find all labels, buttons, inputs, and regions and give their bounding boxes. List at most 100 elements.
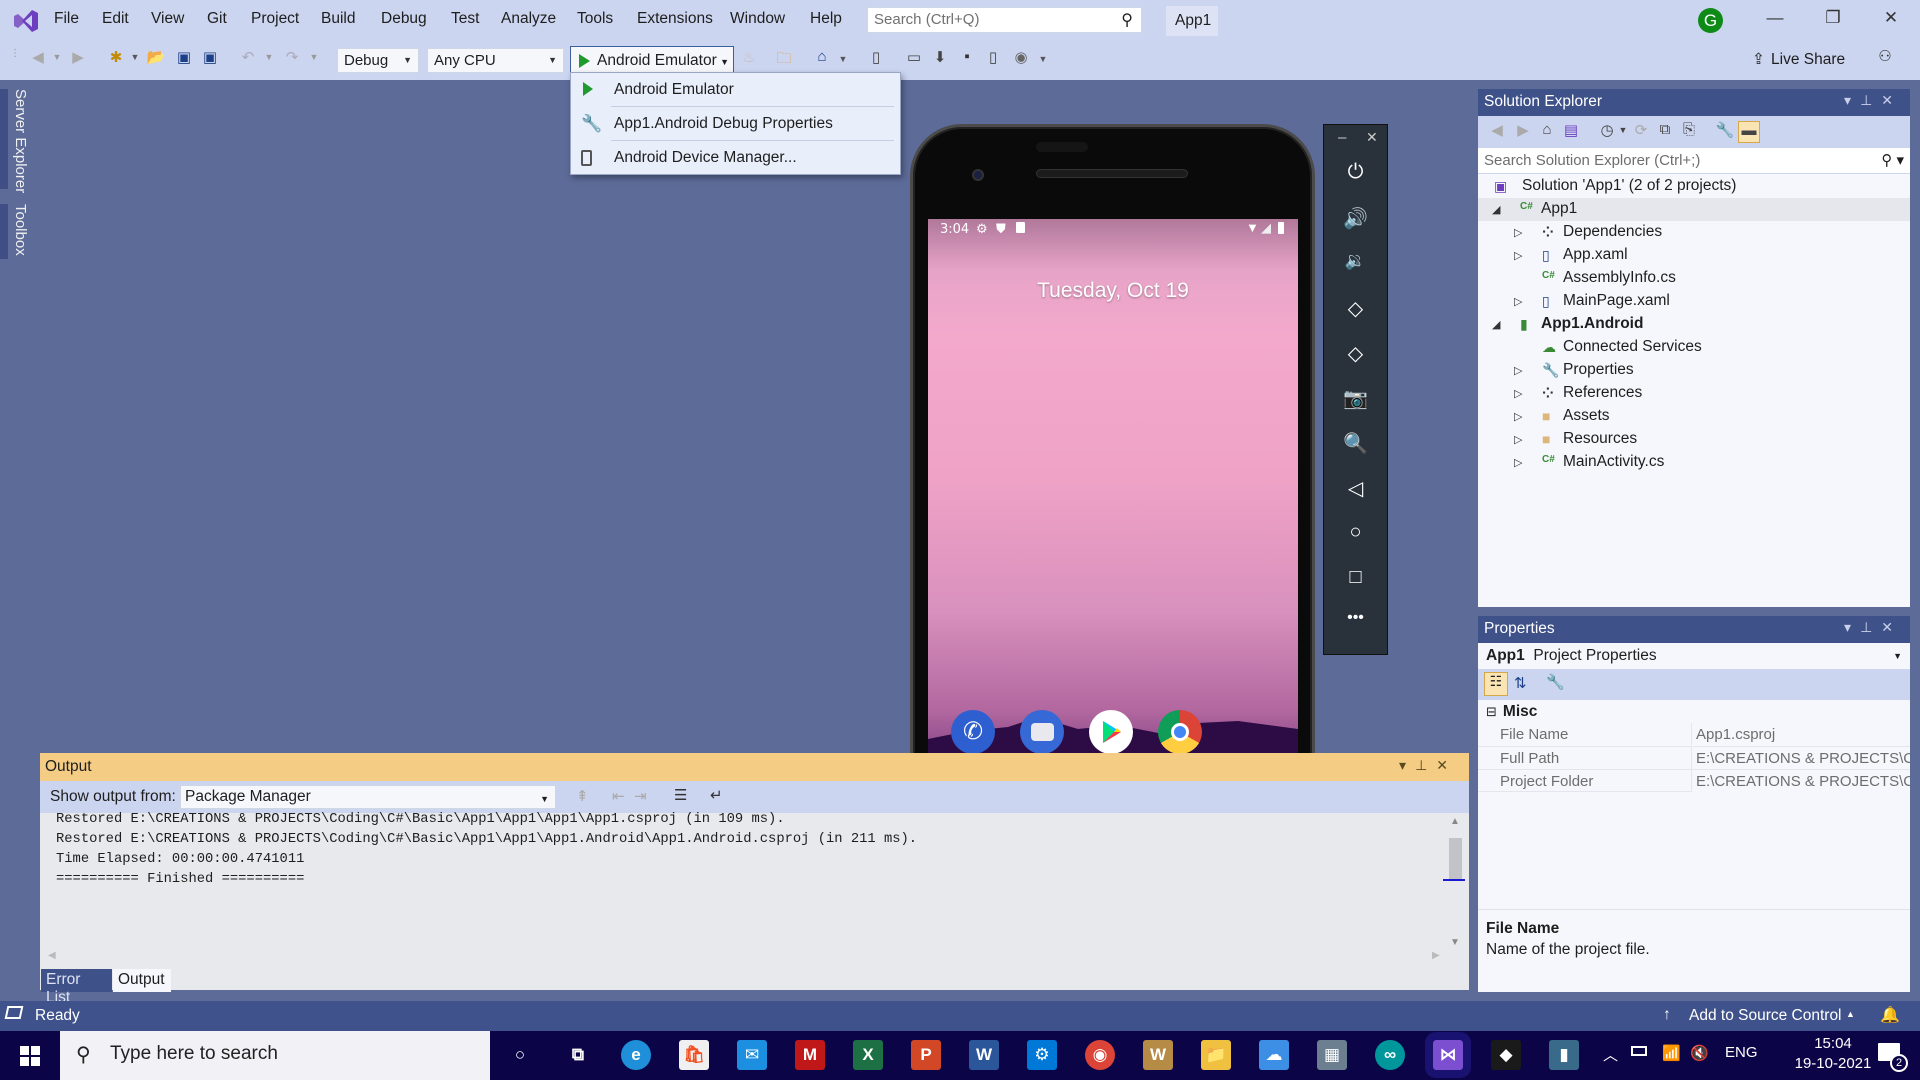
chevron-down-icon[interactable]: ▼ bbox=[52, 52, 62, 76]
browse-folder-icon[interactable]: 🗀 bbox=[773, 48, 795, 72]
taskbar-app-visual-studio-icon[interactable]: ⋈ bbox=[1425, 1032, 1471, 1078]
tree-item[interactable]: C# AssemblyInfo.cs bbox=[1478, 267, 1910, 290]
tree-item[interactable]: ▷ 🔧 Properties bbox=[1478, 359, 1910, 382]
undo-icon[interactable]: ↶ bbox=[238, 48, 258, 72]
taskbar-app-word-icon[interactable]: W bbox=[969, 1040, 999, 1070]
navigate-back-icon[interactable]: ◀ bbox=[28, 48, 48, 72]
menu-view[interactable]: View bbox=[151, 10, 184, 28]
menu-analyze[interactable]: Analyze bbox=[501, 10, 556, 28]
menu-tools[interactable]: Tools bbox=[577, 10, 613, 28]
property-row[interactable]: File Name App1.csproj bbox=[1478, 723, 1910, 746]
output-source-select[interactable]: Package Manager ▼ bbox=[180, 785, 556, 809]
configuration-select[interactable]: Debug ▼ bbox=[337, 48, 419, 73]
window-position-icon[interactable]: ▾ bbox=[1844, 92, 1860, 108]
search-input[interactable]: Search (Ctrl+Q) ⚲ bbox=[867, 7, 1142, 33]
collapse-arrow-icon[interactable]: ◢ bbox=[1492, 318, 1500, 331]
sync-device-icon[interactable]: ▯ bbox=[866, 48, 886, 72]
alphabetical-icon[interactable]: ⇅ bbox=[1514, 674, 1527, 692]
properties-wrench-icon[interactable]: 🔧 bbox=[1714, 121, 1736, 143]
taskbar-app-arduino-icon[interactable]: ∞ bbox=[1375, 1040, 1405, 1070]
taskbar-app-app-icon[interactable]: ◆ bbox=[1491, 1040, 1521, 1070]
close-icon[interactable]: ✕ bbox=[1881, 92, 1902, 108]
menu-extensions[interactable]: Extensions bbox=[637, 10, 713, 28]
scroll-up-icon[interactable]: ▲ bbox=[1450, 816, 1460, 827]
taskbar-app-chrome-icon[interactable]: ◉ bbox=[1085, 1040, 1115, 1070]
taskbar-app-mcafee-icon[interactable]: M bbox=[795, 1040, 825, 1070]
emulator-close-icon[interactable]: ✕ bbox=[1366, 129, 1378, 146]
taskbar-app-settings-icon[interactable]: ⚙ bbox=[1027, 1040, 1057, 1070]
chevron-down-icon[interactable]: ▼ bbox=[309, 52, 319, 76]
menu-item-device-manager[interactable]: Android Device Manager... bbox=[571, 141, 900, 175]
taskbar-app-excel-icon[interactable]: X bbox=[853, 1040, 883, 1070]
new-project-icon[interactable]: ✱ bbox=[106, 48, 126, 72]
taskbar-app-edge-icon[interactable]: e bbox=[621, 1040, 651, 1070]
chevron-up-icon[interactable]: ▲ bbox=[1846, 1009, 1855, 1019]
taskbar-app-android-emulator-icon[interactable]: ▮ bbox=[1549, 1040, 1579, 1070]
taskbar-app-task-view-icon[interactable]: ⧉ bbox=[563, 1040, 593, 1070]
find-message-icon[interactable]: ⇞ bbox=[576, 787, 589, 805]
show-all-files-icon[interactable]: ⎘ bbox=[1678, 121, 1700, 143]
battery-icon[interactable] bbox=[1631, 1046, 1647, 1056]
power-icon[interactable]: ⏻ bbox=[1324, 161, 1387, 184]
messages-app-icon[interactable] bbox=[1020, 710, 1064, 754]
window-position-icon[interactable]: ▾ bbox=[1844, 619, 1860, 635]
expand-arrow-icon[interactable]: ▷ bbox=[1514, 387, 1522, 400]
property-row[interactable]: Full Path E:\CREATIONS & PROJECTS\Codir bbox=[1478, 746, 1910, 769]
scroll-right-icon[interactable]: ▶ bbox=[1432, 950, 1440, 961]
save-icon[interactable]: ▣ bbox=[174, 48, 194, 72]
menu-window[interactable]: Window bbox=[730, 10, 785, 28]
chevron-down-icon[interactable]: ▼ bbox=[130, 52, 140, 76]
collapse-icon[interactable]: ⊟ bbox=[1486, 704, 1497, 719]
refresh-icon[interactable]: ⟳ bbox=[1630, 121, 1652, 143]
menu-item-debug-properties[interactable]: 🔧 App1.Android Debug Properties bbox=[571, 107, 900, 141]
redo-icon[interactable]: ↷ bbox=[282, 48, 302, 72]
property-row[interactable]: Project Folder E:\CREATIONS & PROJECTS\C… bbox=[1478, 769, 1910, 792]
pin-icon[interactable]: ⊥ bbox=[1860, 92, 1881, 108]
phone-app-icon[interactable]: ✆ bbox=[951, 710, 995, 754]
taskbar-app-cortana-icon[interactable]: ○ bbox=[505, 1040, 535, 1070]
properties-object-select[interactable]: App1 Project Properties ▼ bbox=[1478, 643, 1910, 669]
tree-item[interactable]: ▣ Solution 'App1' (2 of 2 projects) bbox=[1478, 175, 1910, 198]
property-pages-icon[interactable]: 🔧 bbox=[1546, 673, 1565, 691]
previous-message-icon[interactable]: ⇤ bbox=[612, 787, 625, 805]
screenshot-camera-icon[interactable]: 📷 bbox=[1324, 386, 1387, 411]
tree-item[interactable]: ▷ ⁘ Dependencies bbox=[1478, 221, 1910, 244]
save-all-icon[interactable]: ▣ bbox=[200, 48, 220, 72]
home-icon[interactable]: ○ bbox=[1324, 521, 1387, 544]
close-icon[interactable]: ✕ bbox=[1436, 757, 1457, 773]
live-share-button[interactable]: ⇪ Live Share bbox=[1752, 50, 1845, 69]
tree-item[interactable]: ◢ ▮ App1.Android bbox=[1478, 313, 1910, 336]
language-indicator[interactable]: ENG bbox=[1725, 1044, 1758, 1061]
feedback-icon[interactable]: ⚇ bbox=[1874, 47, 1896, 71]
tree-item[interactable]: ◢ C# App1 bbox=[1478, 198, 1910, 221]
taskbar-app-microsoft-store-icon[interactable]: 🛍 bbox=[679, 1040, 709, 1070]
hot-reload-icon[interactable]: ♨ bbox=[740, 48, 758, 72]
scroll-down-icon[interactable]: ▼ bbox=[1450, 937, 1460, 948]
taskbar-search-input[interactable]: ⚲ Type here to search bbox=[60, 1031, 490, 1080]
menu-project[interactable]: Project bbox=[251, 10, 299, 28]
play-store-app-icon[interactable] bbox=[1089, 710, 1133, 754]
preview-selected-icon[interactable]: ▬ bbox=[1738, 121, 1760, 143]
home-icon[interactable]: ⌂ bbox=[1536, 121, 1558, 143]
account-avatar[interactable]: G bbox=[1698, 8, 1723, 33]
menu-edit[interactable]: Edit bbox=[102, 10, 129, 28]
tab-output[interactable]: Output bbox=[113, 969, 171, 992]
taskbar-app-powerpoint-icon[interactable]: P bbox=[911, 1040, 941, 1070]
pin-icon[interactable]: ⊥ bbox=[1860, 619, 1881, 635]
menu-test[interactable]: Test bbox=[451, 10, 479, 28]
menu-git[interactable]: Git bbox=[207, 10, 227, 28]
expand-arrow-icon[interactable]: ▷ bbox=[1514, 295, 1522, 308]
scroll-left-icon[interactable]: ◀ bbox=[48, 950, 56, 961]
expand-arrow-icon[interactable]: ▷ bbox=[1514, 410, 1522, 423]
zoom-icon[interactable]: 🔍 bbox=[1324, 431, 1387, 456]
open-file-icon[interactable]: 📂 bbox=[146, 48, 166, 72]
taskbar-clock[interactable]: 15:04 19-10-2021 bbox=[1788, 1035, 1878, 1072]
output-vertical-scrollbar[interactable]: ▲ ▼ bbox=[1443, 813, 1465, 973]
volume-muted-icon[interactable]: 🔇 bbox=[1690, 1044, 1709, 1062]
expand-arrow-icon[interactable]: ▷ bbox=[1514, 433, 1522, 446]
toolbar-grip-icon[interactable]: ⋮ bbox=[10, 48, 20, 72]
more-options-icon[interactable]: ••• bbox=[1324, 609, 1387, 627]
chevron-down-icon[interactable]: ▼ bbox=[264, 52, 274, 76]
tree-item[interactable]: ▷ ■ Resources bbox=[1478, 428, 1910, 451]
device-properties-icon[interactable]: ▯ bbox=[983, 48, 1003, 72]
